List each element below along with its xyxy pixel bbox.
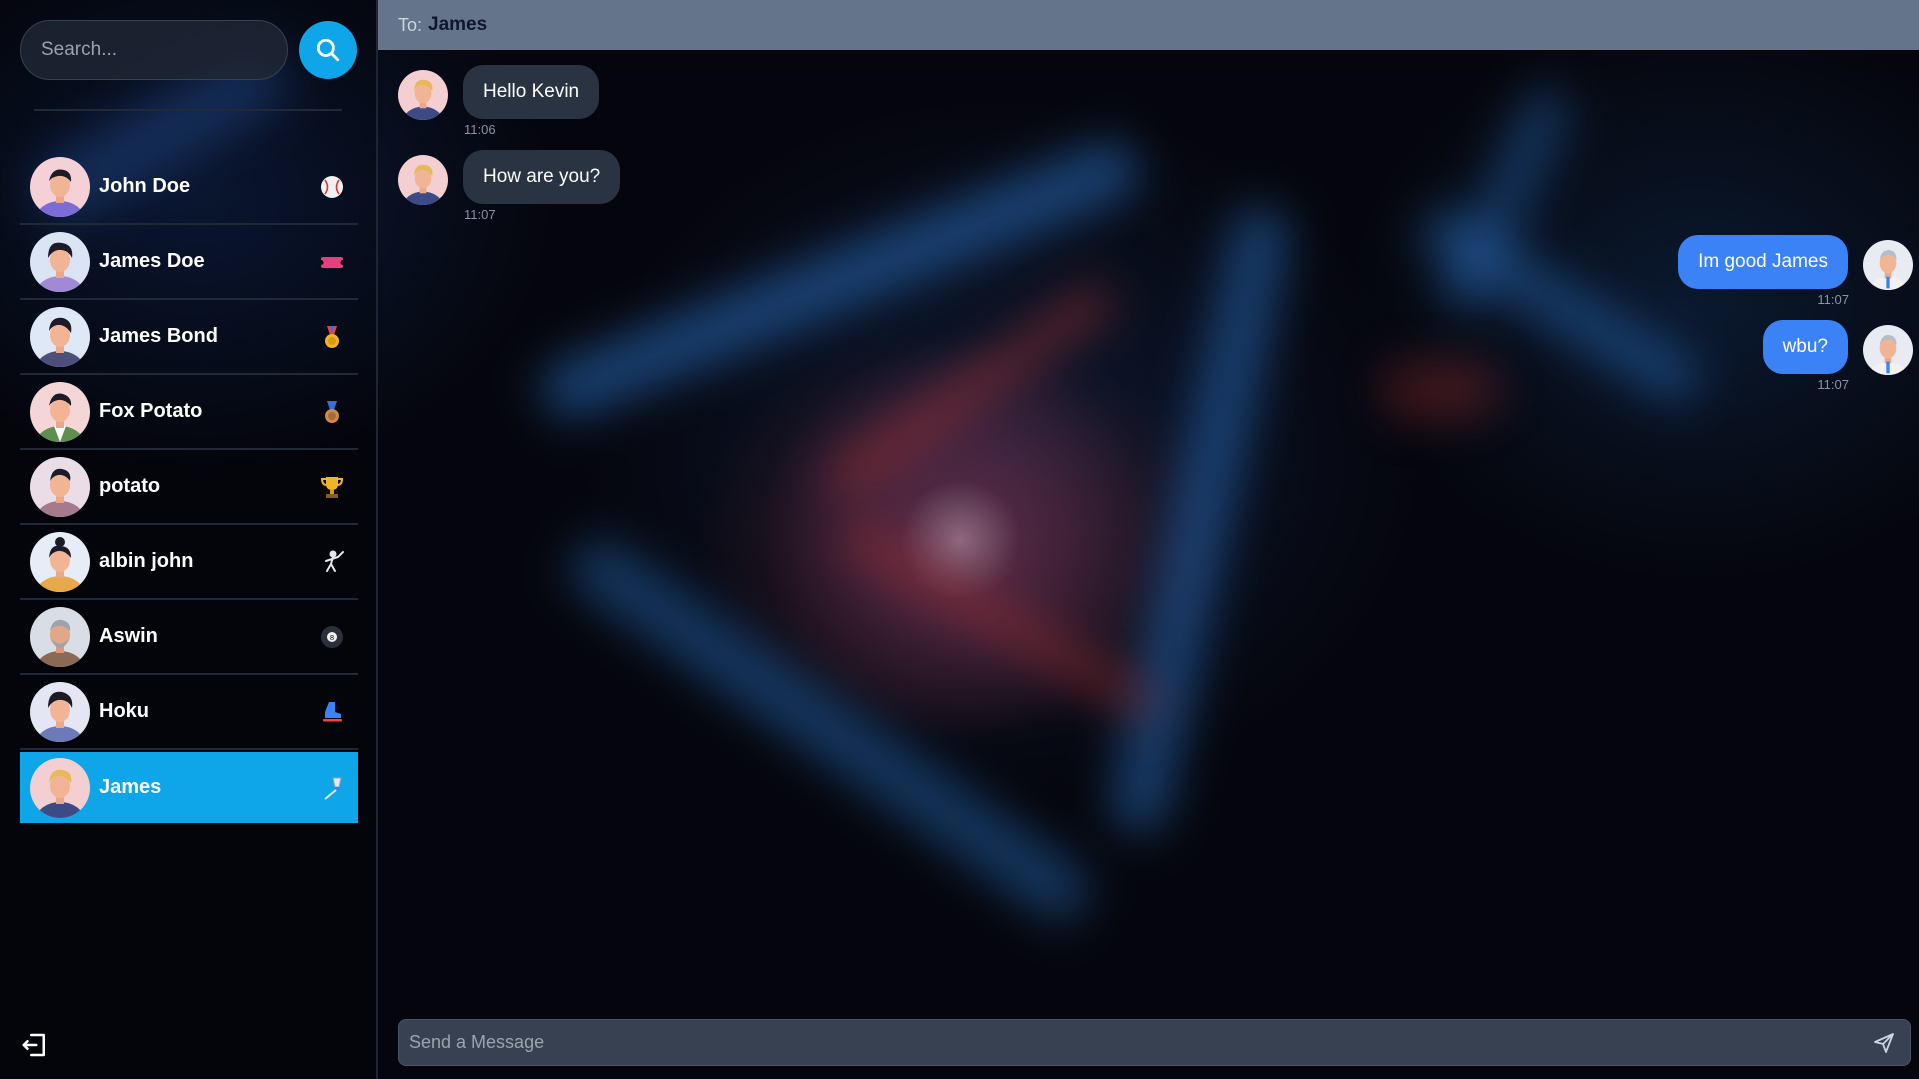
svg-text:8: 8 <box>330 634 334 642</box>
contact-item-hoku[interactable]: Hoku <box>20 675 358 750</box>
trophy-icon <box>318 473 346 501</box>
avatar <box>1863 325 1913 375</box>
contact-item-fox-potato[interactable]: Fox Potato <box>20 375 358 450</box>
contact-name: potato <box>99 475 161 497</box>
medal-icon <box>318 323 346 351</box>
avatar <box>30 306 90 367</box>
contact-name: Aswin <box>99 625 158 647</box>
bronze-medal-icon <box>318 398 346 426</box>
chat-header: To: James <box>378 0 1919 50</box>
recipient-name: James <box>428 14 488 35</box>
avatar <box>30 531 90 592</box>
avatar <box>30 156 90 217</box>
contact-list: John Doe James Doe James Bond Fox Potato… <box>20 150 358 823</box>
ticket-icon <box>318 248 346 276</box>
contact-item-albin-john[interactable]: albin john <box>20 525 358 600</box>
contact-name: Fox Potato <box>99 400 203 422</box>
contact-item-james[interactable]: James <box>20 752 358 823</box>
sidebar-divider <box>34 109 342 111</box>
send-icon <box>1874 1032 1894 1053</box>
avatar <box>30 381 90 442</box>
skate-icon <box>318 698 346 726</box>
search-icon <box>316 38 340 62</box>
send-button[interactable] <box>1864 1023 1904 1063</box>
badminton-icon <box>318 774 346 802</box>
baseball-icon <box>318 173 346 201</box>
contact-item-aswin[interactable]: Aswin 8 <box>20 600 358 675</box>
message-bubble: Im good James <box>1678 235 1848 289</box>
avatar <box>30 757 90 818</box>
avatar <box>30 231 90 292</box>
message-composer <box>398 1019 1911 1066</box>
message-time: 11:07 <box>1817 292 1849 307</box>
message-outgoing: wbu? <box>1762 320 1913 375</box>
message-incoming: Hello Kevin <box>398 65 600 120</box>
message-bubble: wbu? <box>1762 320 1848 374</box>
avatar <box>30 456 90 517</box>
message-time: 11:06 <box>464 122 496 137</box>
search-button[interactable] <box>299 21 357 79</box>
contact-name: James Bond <box>99 325 218 347</box>
logout-icon <box>22 1033 45 1057</box>
avatar <box>398 70 448 120</box>
contact-item-john-doe[interactable]: John Doe <box>20 150 358 225</box>
eight-ball-icon: 8 <box>318 623 346 651</box>
contact-item-james-bond[interactable]: James Bond <box>20 300 358 375</box>
avatar <box>30 606 90 667</box>
message-incoming: How are you? <box>398 150 621 205</box>
message-bubble: Hello Kevin <box>463 65 600 119</box>
search-bar <box>20 20 357 80</box>
logout-button[interactable] <box>20 1030 52 1062</box>
contact-name: John Doe <box>99 175 191 197</box>
avatar <box>1863 240 1913 290</box>
avatar <box>398 155 448 205</box>
message-time: 11:07 <box>1817 377 1849 392</box>
contact-item-potato[interactable]: potato <box>20 450 358 525</box>
chat-panel: To: James Hello Kevin 11:06 How are you?… <box>378 0 1919 1079</box>
contact-name: albin john <box>99 550 194 572</box>
message-time: 11:07 <box>464 207 496 222</box>
avatar <box>30 681 90 742</box>
sidebar: John Doe James Doe James Bond <box>0 0 378 1079</box>
message-input[interactable] <box>399 1032 1864 1053</box>
search-input[interactable] <box>20 20 288 80</box>
message-outgoing: Im good James <box>1678 235 1913 290</box>
contact-name: James <box>99 776 162 798</box>
fencing-icon <box>318 548 346 576</box>
contact-item-james-doe[interactable]: James Doe <box>20 225 358 300</box>
contact-name: James Doe <box>99 250 205 272</box>
to-label: To: <box>398 14 423 35</box>
message-bubble: How are you? <box>463 150 621 204</box>
contact-name: Hoku <box>99 700 149 722</box>
